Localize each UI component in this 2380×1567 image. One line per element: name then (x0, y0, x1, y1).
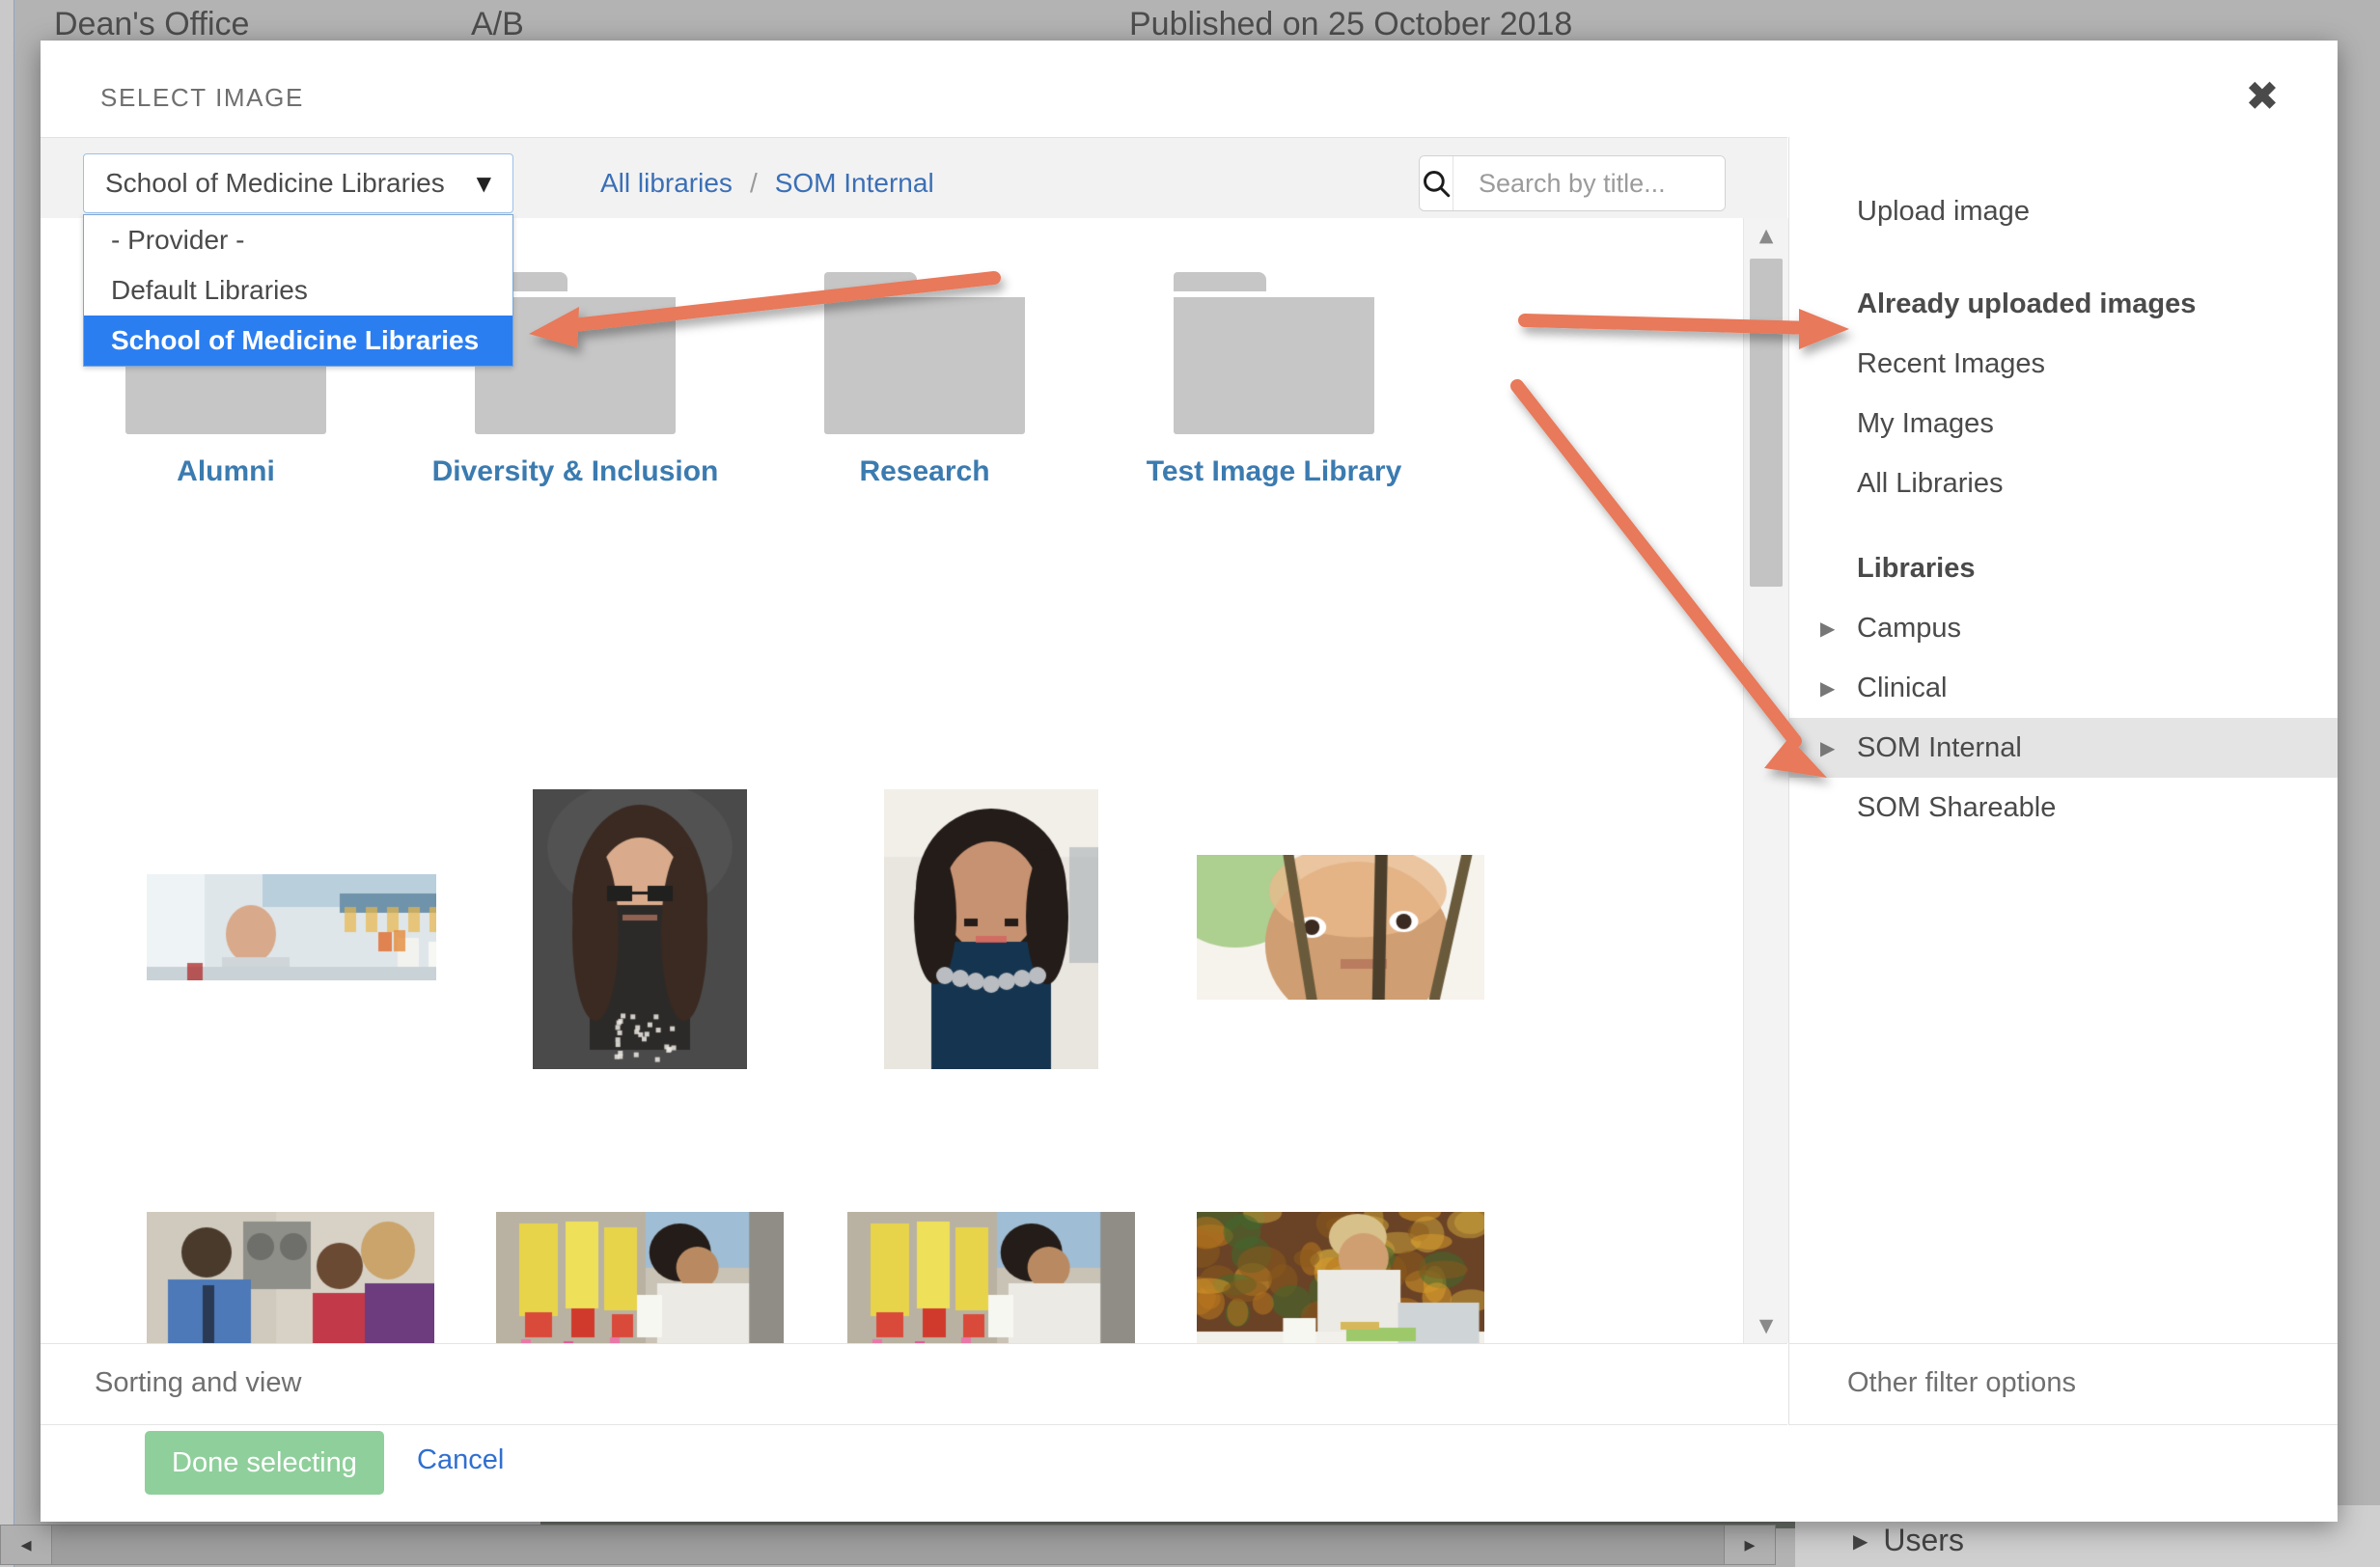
sorting-and-view-label: Sorting and view (95, 1367, 301, 1399)
select-image-modal: SELECT IMAGE ✖ School of Medicine Librar… (41, 41, 2338, 1522)
cancel-button[interactable]: Cancel (417, 1444, 504, 1476)
image-grid: Alumni Diversity & Inclusion Research Te… (41, 218, 1787, 1343)
thumbnail-scientist-in-lab[interactable] (147, 874, 436, 980)
sidebar-library-clinical[interactable]: ▶ Clinical (1789, 658, 2338, 718)
background-published-date: Published on 25 October 2018 (1129, 6, 1572, 43)
sidebar-item-my-images[interactable]: My Images (1789, 394, 2338, 454)
sidebar-item-label: SOM Shareable (1857, 792, 2056, 823)
provider-dropdown-menu[interactable]: - Provider - Default Libraries School of… (83, 214, 513, 367)
background-left-rail (0, 0, 14, 1567)
thumbnail-student-studying[interactable] (1197, 1212, 1484, 1343)
thumbnail-woman-with-necklace-portrait[interactable] (884, 789, 1098, 1069)
sidebar-heading-label: Libraries (1857, 553, 1976, 584)
other-filter-options-label: Other filter options (1847, 1367, 2076, 1399)
modal-toolbar: School of Medicine Libraries ▼ All libra… (41, 137, 1787, 220)
sidebar-library-som-internal[interactable]: ▶ SOM Internal (1789, 718, 2338, 778)
modal-title: SELECT IMAGE (100, 83, 304, 113)
thumbnail-child-behind-bars[interactable] (1197, 855, 1484, 1000)
search-box (1419, 155, 1726, 211)
sidebar-heading-label: Already uploaded images (1857, 289, 2196, 319)
sidebar-item-label: Upload image (1857, 196, 2030, 227)
background-horizontal-scrollbar[interactable] (35, 1525, 1774, 1565)
thumbnail-lab-researcher[interactable] (496, 1212, 784, 1343)
sidebar-item-recent-images[interactable]: Recent Images (1789, 334, 2338, 394)
background-scroll-left-button[interactable]: ◂ (0, 1525, 52, 1565)
background-breadcrumb-ab: A/B (471, 6, 524, 43)
search-icon[interactable] (1420, 156, 1453, 210)
thumbnail-clinic-exam[interactable] (147, 1212, 434, 1343)
caret-up-icon[interactable]: ▲ (1744, 218, 1788, 253)
breadcrumb-separator: / (750, 168, 758, 199)
background-users-label: Users (1883, 1523, 1964, 1557)
sidebar-heading-libraries: Libraries (1789, 538, 2338, 598)
modal-action-bar: Done selecting Cancel (41, 1425, 2338, 1522)
scrollbar-thumb[interactable] (1750, 259, 1783, 587)
modal-header: SELECT IMAGE ✖ (41, 41, 2338, 137)
other-filter-options-bar[interactable]: Other filter options (1788, 1343, 2338, 1425)
done-selecting-button[interactable]: Done selecting (145, 1431, 384, 1495)
caret-right-icon[interactable]: ▶ (1820, 718, 1835, 778)
provider-select-value: School of Medicine Libraries (84, 168, 477, 199)
caret-right-icon[interactable]: ▶ (1820, 658, 1835, 718)
caret-right-icon: ▶ (1853, 1529, 1868, 1553)
sidebar-item-label: Campus (1857, 613, 1961, 644)
folder-icon (1174, 272, 1374, 434)
sorting-and-view-bar[interactable]: Sorting and view (41, 1343, 1787, 1425)
sidebar-item-label: SOM Internal (1857, 732, 2022, 763)
folder-label: Diversity & Inclusion (430, 455, 720, 488)
folder-label: Alumni (81, 455, 371, 488)
sidebar-item-label: Clinical (1857, 673, 1947, 703)
close-icon[interactable]: ✖ (2237, 71, 2287, 122)
thumbnail-lab-researcher-duplicate[interactable] (847, 1212, 1135, 1343)
folder-item-test-image-library[interactable]: Test Image Library (1129, 272, 1419, 488)
folder-label: Research (780, 455, 1069, 488)
provider-option-placeholder[interactable]: - Provider - (84, 215, 512, 265)
folder-label: Test Image Library (1129, 455, 1419, 488)
background-scroll-right-button[interactable]: ▸ (1724, 1525, 1776, 1565)
sidebar-heading-already-uploaded-images: Already uploaded images (1789, 274, 2338, 334)
provider-select[interactable]: School of Medicine Libraries ▼ (83, 153, 513, 213)
sidebar-library-som-shareable[interactable]: SOM Shareable (1789, 778, 2338, 838)
breadcrumb: All libraries / SOM Internal (600, 153, 934, 213)
sidebar-item-label: Recent Images (1857, 348, 2045, 379)
provider-option-default-libraries[interactable]: Default Libraries (84, 265, 512, 316)
library-sidebar: Upload image Already uploaded images Rec… (1788, 137, 2338, 1343)
search-input[interactable] (1453, 156, 1726, 210)
sidebar-item-all-libraries[interactable]: All Libraries (1789, 454, 2338, 513)
sidebar-library-campus[interactable]: ▶ Campus (1789, 598, 2338, 658)
caret-down-icon[interactable]: ▼ (1744, 1308, 1788, 1343)
sidebar-item-label: All Libraries (1857, 468, 2004, 499)
modal-body: School of Medicine Libraries ▼ All libra… (41, 137, 2338, 1522)
content-vertical-scrollbar[interactable]: ▲ ▼ (1743, 218, 1788, 1343)
sidebar-item-label: My Images (1857, 408, 1994, 439)
background-breadcrumb-deans-office: Dean's Office (54, 6, 249, 43)
chevron-down-icon: ▼ (477, 172, 512, 195)
breadcrumb-item-som-internal[interactable]: SOM Internal (775, 168, 934, 199)
caret-right-icon[interactable]: ▶ (1820, 598, 1835, 658)
folder-icon (824, 272, 1025, 434)
folder-item-research[interactable]: Research (780, 272, 1069, 488)
thumbnail-woman-with-glasses-portrait[interactable] (533, 789, 747, 1069)
sidebar-item-upload-image[interactable]: Upload image (1789, 181, 2338, 241)
breadcrumb-item-all-libraries[interactable]: All libraries (600, 168, 733, 199)
background-tree-item-users[interactable]: ▶ Users (1853, 1523, 1964, 1558)
provider-option-school-of-medicine-libraries[interactable]: School of Medicine Libraries (84, 316, 512, 366)
